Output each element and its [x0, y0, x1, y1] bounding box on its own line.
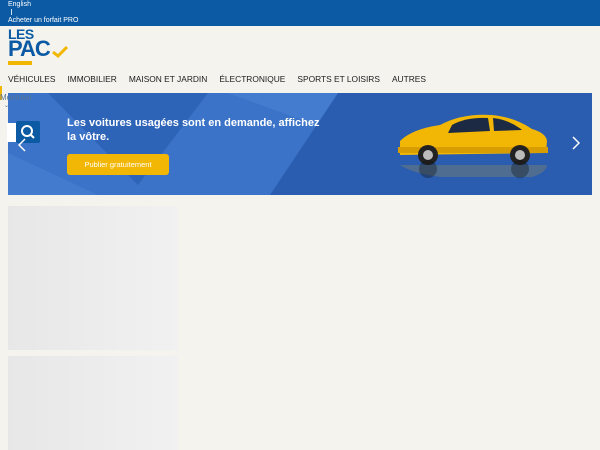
- chevron-left-icon: [17, 138, 26, 152]
- site-logo[interactable]: LES PAC: [8, 27, 70, 67]
- carousel-next-button[interactable]: [572, 136, 581, 152]
- category-nav: VÉHICULES IMMOBILIER MAISON ET JARDIN ÉL…: [8, 73, 438, 85]
- chevron-right-icon: [572, 136, 581, 150]
- car-illustration: [398, 114, 548, 178]
- promo-banner[interactable]: [8, 93, 592, 195]
- search-input[interactable]: [7, 123, 16, 142]
- language-switch[interactable]: English: [8, 0, 31, 9]
- location-selector[interactable]: Montréal: [0, 93, 31, 102]
- nav-item-immobilier[interactable]: IMMOBILIER: [67, 73, 116, 85]
- listing-card-placeholder: [8, 206, 178, 350]
- logo-text-pac: PAC: [8, 36, 51, 61]
- nav-item-maison-et-jardin[interactable]: MAISON ET JARDIN: [129, 73, 208, 85]
- topbar-divider: [11, 9, 12, 15]
- carousel-prev-button[interactable]: [17, 138, 26, 154]
- publish-free-button[interactable]: Publier gratuitement: [67, 154, 169, 175]
- nav-item-autres[interactable]: AUTRES: [392, 73, 426, 85]
- chevron-down-icon[interactable]: ⌄: [4, 103, 9, 109]
- nav-item-vehicules[interactable]: VÉHICULES: [8, 73, 55, 85]
- banner-headline: Les voitures usagées sont en demande, af…: [67, 117, 320, 143]
- logo-check-icon: [52, 46, 68, 58]
- top-bar: English Acheter un forfait PRO: [0, 0, 600, 26]
- nav-item-electronique[interactable]: ÉLECTRONIQUE: [219, 73, 285, 85]
- listing-card-placeholder: [8, 356, 178, 450]
- logo-stripe: [8, 61, 32, 65]
- nav-item-sports-et-loisirs[interactable]: SPORTS ET LOISIRS: [297, 73, 380, 85]
- buy-pro-link[interactable]: Acheter un forfait PRO: [8, 17, 78, 25]
